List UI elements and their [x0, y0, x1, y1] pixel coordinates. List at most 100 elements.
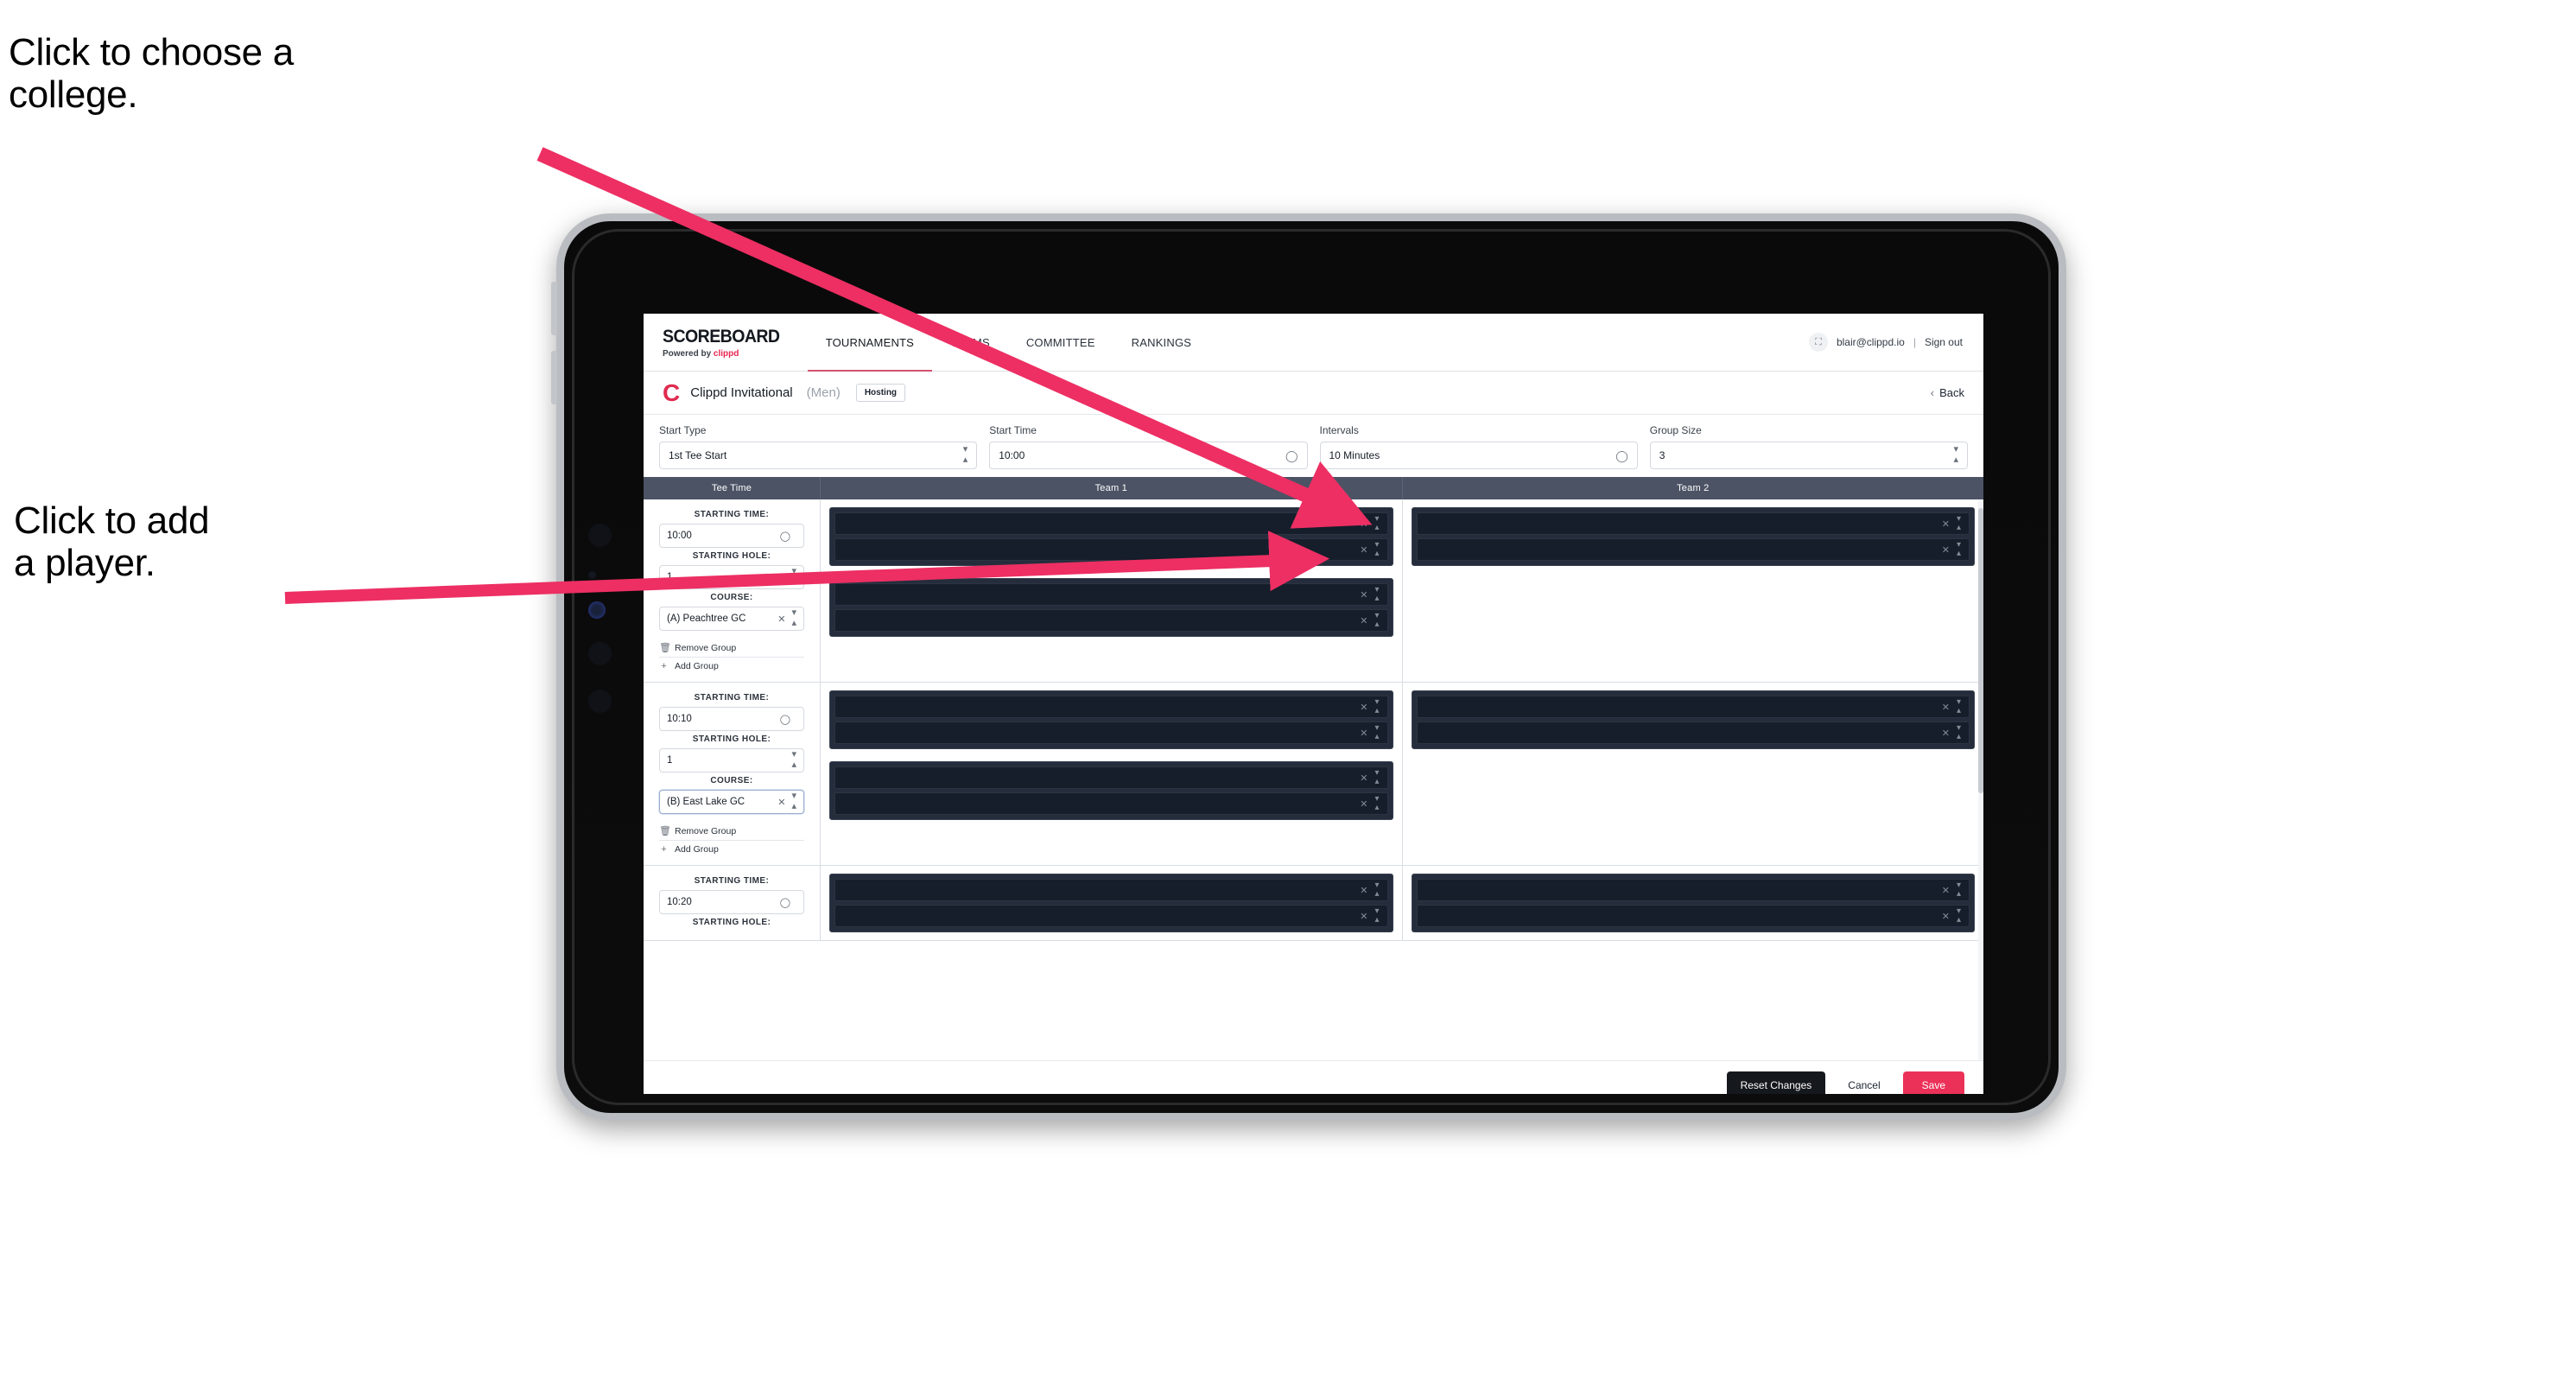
clear-x-icon[interactable]: ✕ [777, 797, 785, 808]
brand-logo[interactable]: SCOREBOARD Powered by clippd [644, 314, 808, 371]
player-slot[interactable]: ✕ ▾ ▴ [1416, 696, 1970, 718]
stepper-icon[interactable]: ▾ ▴ [1374, 906, 1379, 925]
player-slot[interactable]: ✕ ▾ ▴ [1416, 538, 1970, 561]
course-value: (B) East Lake GC [667, 797, 746, 807]
clear-x-icon[interactable]: ✕ [1942, 911, 1950, 922]
player-slot[interactable]: ✕ ▾ ▴ [834, 879, 1388, 901]
stepper-icon[interactable]: ▾ ▴ [963, 445, 968, 465]
clear-x-icon[interactable]: ✕ [1360, 885, 1367, 896]
clear-x-icon[interactable]: ✕ [1360, 728, 1367, 739]
clear-x-icon[interactable]: ✕ [1360, 544, 1367, 556]
group-size-input[interactable]: 3 ▾ ▴ [1649, 442, 1968, 469]
stepper-icon[interactable]: ▾ ▴ [1374, 611, 1379, 630]
clear-x-icon[interactable]: ✕ [1360, 615, 1367, 626]
add-group-button[interactable]: + Add Group [659, 658, 804, 675]
nav-item-tournaments[interactable]: TOURNAMENTS [807, 314, 933, 372]
player-slot[interactable]: ✕ ▾ ▴ [834, 538, 1388, 561]
back-link[interactable]: ‹ Back [1931, 386, 1964, 399]
start-time-input[interactable]: 10:00 ◯ [989, 442, 1308, 469]
clear-x-icon[interactable]: ✕ [1360, 518, 1367, 530]
player-slot[interactable]: ✕ ▾ ▴ [834, 792, 1388, 815]
player-slot[interactable]: ✕ ▾ ▴ [834, 609, 1388, 632]
clock-icon[interactable]: ◯ [780, 714, 790, 725]
stepper-icon[interactable]: ▾ ▴ [791, 567, 796, 587]
stepper-icon[interactable]: ▾ ▴ [1957, 540, 1961, 559]
table-scrollbar-thumb[interactable] [1978, 508, 1983, 793]
stepper-icon[interactable]: ▾ ▴ [1374, 514, 1379, 533]
clear-x-icon[interactable]: ✕ [777, 614, 785, 625]
player-slot[interactable]: ✕ ▾ ▴ [834, 583, 1388, 606]
clear-x-icon[interactable]: ✕ [1942, 518, 1950, 530]
stepper-icon[interactable]: ▾ ▴ [1957, 906, 1961, 925]
stepper-icon[interactable]: ▾ ▴ [1374, 881, 1379, 900]
start-type-label: Start Type [659, 424, 707, 436]
player-slot[interactable]: ✕ ▾ ▴ [834, 905, 1388, 927]
reset-changes-button[interactable]: Reset Changes [1726, 1071, 1826, 1094]
stepper-icon[interactable]: ▾ ▴ [1374, 794, 1379, 813]
table-scrollbar-track[interactable] [1978, 499, 1983, 1060]
starting-time-input[interactable]: 10:10 ◯ [659, 707, 804, 731]
course-select[interactable]: (A) Peachtree GC ✕ ▾ ▴ [659, 607, 804, 631]
table-row: STARTING TIME: 10:00 ◯ STARTING HOLE: 1 … [644, 499, 1983, 683]
clear-x-icon[interactable]: ✕ [1942, 885, 1950, 896]
clear-x-icon[interactable]: ✕ [1360, 911, 1367, 922]
starting-hole-input[interactable]: 1 ▾ ▴ [659, 748, 804, 772]
clear-x-icon[interactable]: ✕ [1942, 728, 1950, 739]
player-slot[interactable]: ✕ ▾ ▴ [834, 512, 1388, 535]
clock-icon[interactable]: ◯ [780, 531, 790, 542]
course-select[interactable]: (B) East Lake GC ✕ ▾ ▴ [659, 790, 804, 814]
clear-x-icon[interactable]: ✕ [1942, 544, 1950, 556]
user-avatar-icon[interactable]: ⛶ [1808, 333, 1828, 352]
stepper-icon[interactable]: ▾ ▴ [1374, 723, 1379, 742]
sign-out-link[interactable]: Sign out [1925, 336, 1963, 348]
clear-x-icon[interactable]: ✕ [1360, 702, 1367, 713]
player-slot[interactable]: ✕ ▾ ▴ [1416, 905, 1970, 927]
stepper-icon[interactable]: ▾ ▴ [1957, 514, 1961, 533]
nav-item-teams[interactable]: TEAMS [932, 314, 1008, 371]
annotation-add-player: Click to add a player. [14, 499, 210, 585]
clear-x-icon[interactable]: ✕ [1360, 589, 1367, 601]
course-label: COURSE: [710, 776, 753, 785]
starting-hole-label: STARTING HOLE: [692, 734, 771, 744]
stepper-icon[interactable]: ▾ ▴ [1374, 585, 1379, 604]
nav-item-rankings[interactable]: RANKINGS [1114, 314, 1210, 371]
remove-group-label: Remove Group [675, 642, 737, 653]
clock-icon[interactable]: ◯ [780, 897, 790, 908]
clock-icon[interactable]: ◯ [1285, 450, 1298, 461]
stepper-icon[interactable]: ▾ ▴ [1374, 768, 1379, 787]
cancel-button[interactable]: Cancel [1839, 1071, 1888, 1095]
stepper-icon[interactable]: ▾ ▴ [791, 792, 796, 811]
stepper-icon[interactable]: ▾ ▴ [1957, 697, 1961, 716]
stepper-icon[interactable]: ▾ ▴ [1374, 697, 1379, 716]
player-slot[interactable]: ✕ ▾ ▴ [834, 766, 1388, 789]
stepper-icon[interactable]: ▾ ▴ [1374, 540, 1379, 559]
stepper-icon[interactable]: ▾ ▴ [791, 608, 796, 628]
stepper-icon[interactable]: ▾ ▴ [1957, 881, 1961, 900]
player-slot[interactable]: ✕ ▾ ▴ [1416, 512, 1970, 535]
stepper-icon[interactable]: ▾ ▴ [1957, 723, 1961, 742]
chevron-left-icon: ‹ [1930, 386, 1935, 399]
volume-down-button[interactable] [551, 351, 557, 404]
player-slot[interactable]: ✕ ▾ ▴ [834, 722, 1388, 744]
player-slot[interactable]: ✕ ▾ ▴ [1416, 879, 1970, 901]
intervals-input[interactable]: 10 Minutes ◯ [1319, 442, 1638, 469]
clear-x-icon[interactable]: ✕ [1942, 702, 1950, 713]
remove-group-button[interactable]: 🗑 Remove Group [659, 639, 804, 658]
clear-x-icon[interactable]: ✕ [1360, 798, 1367, 810]
starting-hole-input[interactable]: 1 ▾ ▴ [659, 565, 804, 589]
remove-group-button[interactable]: 🗑 Remove Group [659, 822, 804, 841]
clock-icon[interactable]: ◯ [1615, 450, 1628, 461]
starting-time-input[interactable]: 10:00 ◯ [659, 524, 804, 548]
start-type-select[interactable]: 1st Tee Start ▾ ▴ [659, 442, 978, 469]
starting-time-input[interactable]: 10:20 ◯ [659, 890, 804, 914]
nav-item-committee[interactable]: COMMITTEE [1008, 314, 1114, 371]
add-group-button[interactable]: + Add Group [659, 841, 804, 858]
tee-time-table-body[interactable]: STARTING TIME: 10:00 ◯ STARTING HOLE: 1 … [644, 499, 1983, 1060]
stepper-icon[interactable]: ▾ ▴ [1953, 445, 1958, 465]
save-button[interactable]: Save [1902, 1071, 1964, 1094]
player-slot[interactable]: ✕ ▾ ▴ [1416, 722, 1970, 744]
clear-x-icon[interactable]: ✕ [1360, 772, 1367, 784]
stepper-icon[interactable]: ▾ ▴ [791, 750, 796, 770]
player-slot[interactable]: ✕ ▾ ▴ [834, 696, 1388, 718]
volume-up-button[interactable] [551, 282, 557, 335]
